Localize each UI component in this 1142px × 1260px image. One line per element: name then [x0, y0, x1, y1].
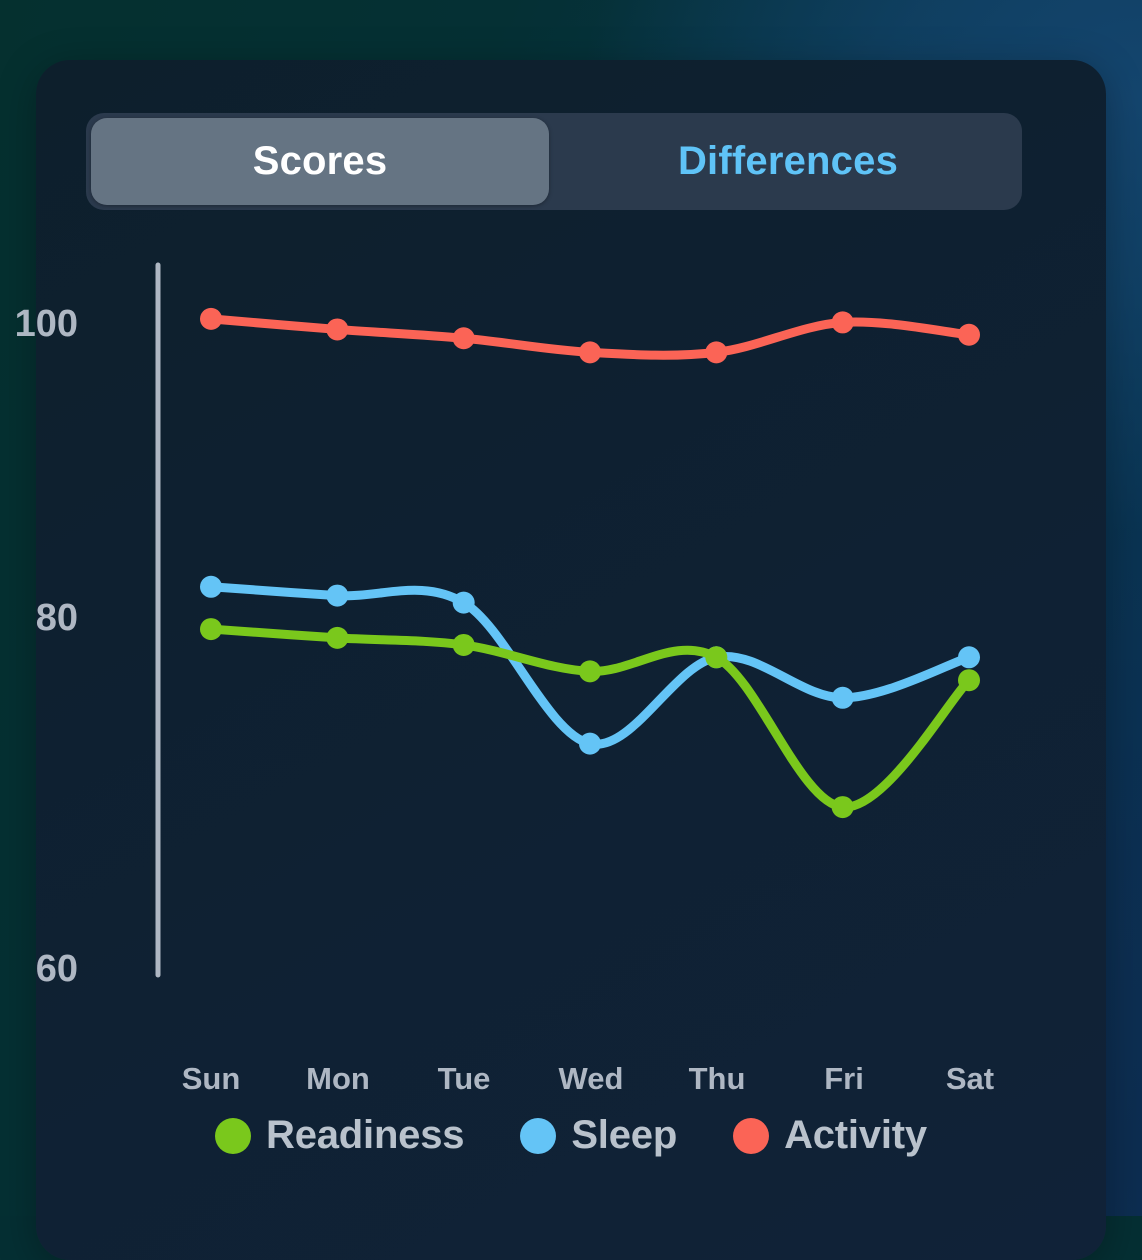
data-point-sleep-fri[interactable] — [831, 686, 854, 709]
data-point-activity-sat[interactable] — [958, 323, 980, 346]
legend-label-activity: Activity — [784, 1113, 927, 1157]
data-point-activity-tue[interactable] — [452, 327, 475, 350]
chart-legend: Readiness Sleep Activity — [36, 1113, 1106, 1158]
data-point-readiness-sat[interactable] — [958, 669, 980, 692]
data-point-sleep-wed[interactable] — [579, 732, 601, 755]
legend-label-sleep: Sleep — [571, 1113, 678, 1157]
line-chart: 100 80 60 Sun Mon Tue Wed Thu Fri Sat Re… — [15, 60, 1106, 1260]
data-point-readiness-fri[interactable] — [831, 796, 854, 819]
data-point-readiness-mon[interactable] — [326, 626, 349, 649]
legend-dot-readiness — [215, 1117, 252, 1154]
data-point-readiness-thu[interactable] — [705, 646, 728, 669]
data-point-sleep-mon[interactable] — [326, 584, 349, 607]
data-point-sleep-sat[interactable] — [958, 646, 980, 669]
data-point-sleep-sun[interactable] — [200, 575, 222, 598]
x-axis-tick-thu: Thu — [688, 1061, 746, 1096]
data-point-activity-fri[interactable] — [831, 311, 854, 334]
data-point-activity-wed[interactable] — [579, 341, 601, 364]
chart-plot-area — [155, 262, 980, 978]
data-point-sleep-tue[interactable] — [452, 591, 475, 614]
data-point-activity-mon[interactable] — [326, 318, 349, 341]
x-axis-tick-sun: Sun — [181, 1061, 241, 1096]
x-axis-tick-wed: Wed — [558, 1061, 624, 1096]
series-layer — [200, 307, 980, 819]
series-line-readiness — [206, 624, 974, 812]
data-point-activity-thu[interactable] — [705, 341, 728, 364]
x-axis-tick-fri: Fri — [824, 1061, 864, 1096]
legend-item-readiness[interactable]: Readiness — [215, 1113, 465, 1158]
legend-item-sleep[interactable]: Sleep — [520, 1113, 677, 1158]
chart-card: Scores Differences 100 80 60 Sun Mon Tue… — [15, 60, 1106, 1260]
legend-item-activity[interactable]: Activity — [733, 1113, 927, 1158]
legend-dot-sleep — [520, 1117, 557, 1154]
legend-label-readiness: Readiness — [266, 1113, 465, 1157]
data-point-readiness-tue[interactable] — [452, 633, 475, 656]
x-axis-tick-mon: Mon — [306, 1061, 370, 1096]
data-point-readiness-sun[interactable] — [200, 618, 222, 641]
x-axis-tick-tue: Tue — [437, 1061, 491, 1096]
data-point-activity-sun[interactable] — [200, 307, 222, 330]
app-root: Scores Differences 100 80 60 Sun Mon Tue… — [0, 0, 1142, 1260]
data-point-readiness-wed[interactable] — [579, 660, 601, 683]
x-axis-tick-sat: Sat — [945, 1061, 995, 1096]
legend-dot-activity — [733, 1117, 770, 1154]
